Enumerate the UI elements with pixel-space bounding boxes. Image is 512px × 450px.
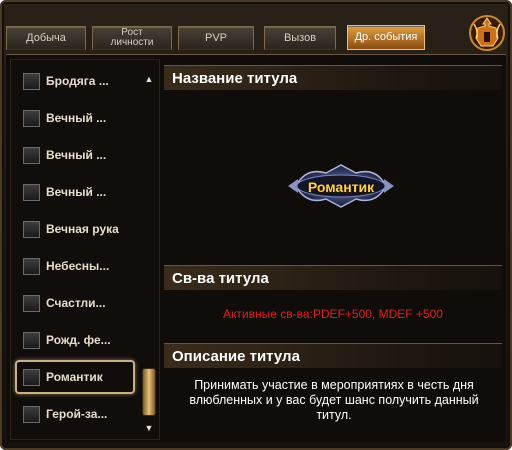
tab-pvp[interactable]: PVP (178, 26, 254, 50)
tab-challenge[interactable]: Вызов (264, 26, 336, 50)
tab-personal-growth[interactable]: Рост личности (92, 26, 172, 50)
list-item[interactable]: Небесны... (17, 251, 135, 281)
list-item[interactable]: Вечный ... (17, 177, 135, 207)
title-badge-label: Романтик (307, 179, 375, 195)
checkbox[interactable] (23, 146, 40, 164)
list-item-label: Рожд. фе... (46, 333, 111, 347)
list-item[interactable]: Рожд. фе... (17, 325, 135, 355)
window-frame: Добыча Рост личности PVP Вызов Др. событ… (0, 0, 512, 450)
list-item-label: Счастли... (46, 296, 106, 310)
checkbox[interactable] (23, 405, 40, 423)
checkbox[interactable] (23, 72, 40, 90)
scrollbar-thumb[interactable] (142, 368, 156, 416)
list-item[interactable]: Вечный ... (17, 140, 135, 170)
title-description-text: Принимать участие в мероприятиях в честь… (189, 378, 479, 422)
title-properties-header: Св-ва титула (164, 265, 502, 290)
arrow-down-icon[interactable]: ▼ (143, 423, 155, 433)
tab-other-events[interactable]: Др. события (347, 25, 425, 50)
title-details-panel: Название титула Романтик Св-ва титула Ак… (164, 59, 502, 440)
warrior-helmet-icon (468, 14, 506, 52)
list-item-label: Герой-за... (46, 407, 108, 421)
checkbox[interactable] (23, 331, 40, 349)
content-area: Бродяга ... Вечный ... Вечный ... Вечный… (6, 54, 506, 442)
checkbox[interactable] (23, 368, 40, 386)
list-item-label: Вечная рука (46, 222, 119, 236)
list-item[interactable]: Вечный ... (17, 103, 135, 133)
tab-loot[interactable]: Добыча (6, 26, 86, 50)
category-tabs: Добыча Рост личности PVP Вызов Др. событ… (6, 25, 452, 52)
arrow-up-icon[interactable]: ▲ (143, 74, 155, 84)
list-item[interactable]: Счастли... (17, 288, 135, 318)
checkbox[interactable] (23, 257, 40, 275)
list-item-label: Небесны... (46, 259, 110, 273)
list-item-label: Вечный ... (46, 148, 107, 162)
list-item-label: Романтик (46, 370, 103, 384)
list-item[interactable]: Вечная рука (17, 214, 135, 244)
list-item-label: Бродяга ... (46, 74, 109, 88)
title-name-header: Название титула (164, 65, 502, 90)
title-description-header: Описание титула (164, 343, 502, 368)
list-item[interactable]: Бродяга ... (17, 66, 135, 96)
list-item[interactable]: Герой-за... (17, 399, 135, 429)
list-item-label: Вечный ... (46, 185, 107, 199)
title-properties-text: Активные св-ва:PDEF+500, MDEF +500 (223, 307, 443, 321)
checkbox[interactable] (23, 294, 40, 312)
list-item-selected[interactable]: Романтик (15, 360, 135, 394)
checkbox[interactable] (23, 220, 40, 238)
checkbox[interactable] (23, 183, 40, 201)
title-list: Бродяга ... Вечный ... Вечный ... Вечный… (10, 59, 160, 440)
list-item-label: Вечный ... (46, 111, 107, 125)
title-badge: Романтик (286, 161, 396, 211)
checkbox[interactable] (23, 109, 40, 127)
